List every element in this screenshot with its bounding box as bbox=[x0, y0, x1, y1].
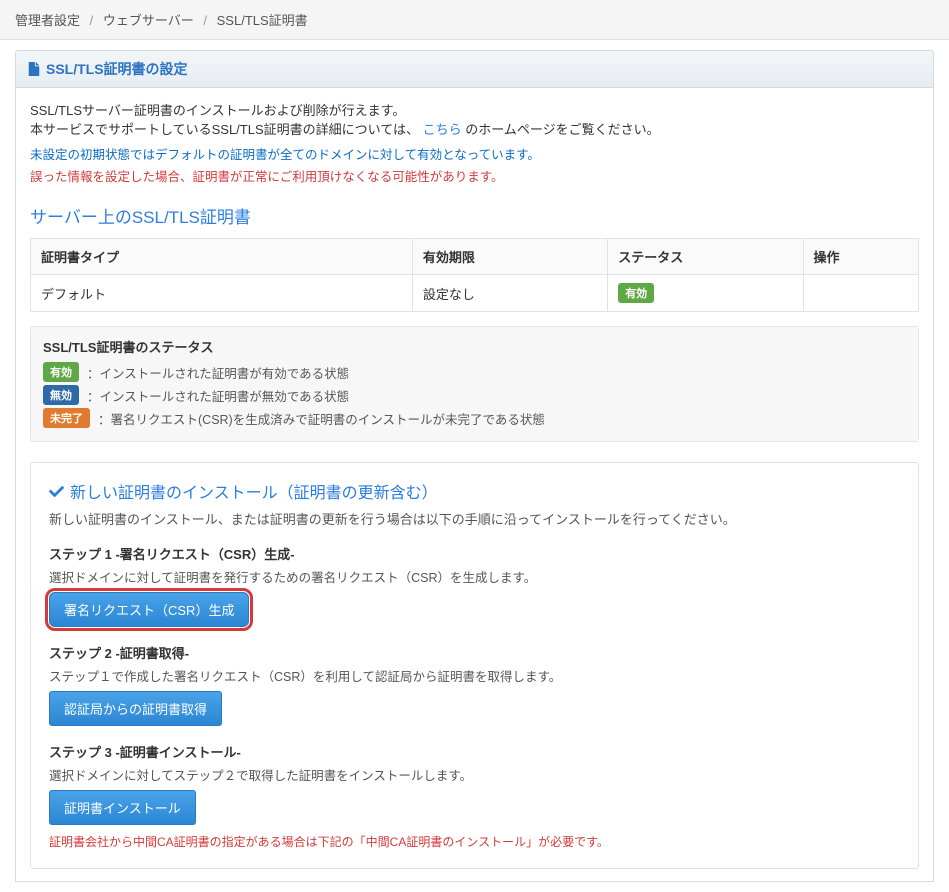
cell-status: 有効 bbox=[608, 275, 803, 312]
install-title-text: 新しい証明書のインストール（証明書の更新含む） bbox=[70, 479, 438, 503]
panel-body: SSL/TLSサーバー証明書のインストールおよび削除が行えます。 本サービスでサ… bbox=[15, 88, 934, 882]
status-badge: 有効 bbox=[618, 283, 654, 303]
badge-incomplete-text: ：署名リクエスト(CSR)を生成済みで証明書のインストールが未完了である状態 bbox=[98, 409, 545, 428]
panel-title: SSL/TLS証明書の設定 bbox=[15, 50, 934, 88]
cell-expiry: 設定なし bbox=[412, 275, 607, 312]
note-warning: 誤った情報を設定した場合、証明書が正常にご利用頂けなくなる可能性があります。 bbox=[30, 166, 919, 185]
badge-valid-text: ：インストールされた証明書が有効である状態 bbox=[87, 363, 349, 382]
step1-desc: 選択ドメインに対して証明書を発行するための署名リクエスト（CSR）を生成します。 bbox=[49, 567, 900, 586]
col-action: 操作 bbox=[803, 239, 918, 275]
cell-action bbox=[803, 275, 918, 312]
note-default-enabled: 未設定の初期状態ではデフォルトの証明書が全てのドメインに対して有効となっています… bbox=[30, 144, 919, 163]
step2-desc: ステップ１で作成した署名リクエスト（CSR）を利用して認証局から証明書を取得しま… bbox=[49, 666, 900, 685]
breadcrumb-item-admin[interactable]: 管理者設定 bbox=[15, 13, 80, 28]
step2-title: ステップ 2 -証明書取得- bbox=[49, 643, 900, 662]
step3-desc: 選択ドメインに対してステップ２で取得した証明書をインストールします。 bbox=[49, 765, 900, 784]
table-row: デフォルト 設定なし 有効 bbox=[31, 275, 919, 312]
breadcrumb-item-ssl[interactable]: SSL/TLS証明書 bbox=[217, 13, 308, 28]
step3-note: 証明書会社から中間CA証明書の指定がある場合は下記の「中間CA証明書のインストー… bbox=[49, 833, 900, 850]
breadcrumb-item-webserver[interactable]: ウェブサーバー bbox=[103, 13, 194, 28]
badge-invalid-text: ：インストールされた証明書が無効である状態 bbox=[87, 386, 349, 405]
breadcrumb-sep: / bbox=[203, 13, 207, 28]
col-expiry: 有効期限 bbox=[412, 239, 607, 275]
status-legend: SSL/TLS証明書のステータス 有効 ：インストールされた証明書が有効である状… bbox=[30, 326, 919, 442]
cell-type: デフォルト bbox=[31, 275, 413, 312]
server-certs-heading: サーバー上のSSL/TLS証明書 bbox=[30, 203, 919, 228]
install-panel: 新しい証明書のインストール（証明書の更新含む） 新しい証明書のインストール、また… bbox=[30, 462, 919, 869]
status-legend-row: 無効 ：インストールされた証明書が無効である状態 bbox=[43, 385, 906, 405]
col-type: 証明書タイプ bbox=[31, 239, 413, 275]
col-status: ステータス bbox=[608, 239, 803, 275]
install-desc: 新しい証明書のインストール、または証明書の更新を行う場合は以下の手順に沿ってイン… bbox=[49, 509, 900, 528]
check-icon bbox=[49, 484, 64, 499]
panel-title-text: SSL/TLS証明書の設定 bbox=[46, 59, 188, 79]
breadcrumb-sep: / bbox=[90, 13, 94, 28]
breadcrumb: 管理者設定 / ウェブサーバー / SSL/TLS証明書 bbox=[0, 0, 949, 40]
badge-invalid: 無効 bbox=[43, 385, 79, 405]
file-icon bbox=[28, 62, 40, 76]
install-title: 新しい証明書のインストール（証明書の更新含む） bbox=[49, 479, 900, 503]
get-cert-from-ca-button[interactable]: 認証局からの証明書取得 bbox=[49, 691, 222, 726]
csr-generate-button[interactable]: 署名リクエスト（CSR）生成 bbox=[49, 592, 249, 627]
panel-desc-2-post: のホームページをご覧ください。 bbox=[465, 122, 659, 137]
install-cert-button[interactable]: 証明書インストール bbox=[49, 790, 196, 825]
status-legend-title: SSL/TLS証明書のステータス bbox=[43, 337, 906, 356]
details-link[interactable]: こちら bbox=[423, 122, 462, 137]
step1-title: ステップ 1 -署名リクエスト（CSR）生成- bbox=[49, 544, 900, 563]
badge-valid: 有効 bbox=[43, 362, 79, 382]
status-legend-row: 有効 ：インストールされた証明書が有効である状態 bbox=[43, 362, 906, 382]
panel-desc-1: SSL/TLSサーバー証明書のインストールおよび削除が行えます。 bbox=[30, 100, 919, 119]
status-legend-row: 未完了 ：署名リクエスト(CSR)を生成済みで証明書のインストールが未完了である… bbox=[43, 408, 906, 428]
badge-incomplete: 未完了 bbox=[43, 408, 90, 428]
panel-desc-2: 本サービスでサポートしているSSL/TLS証明書の詳細については、 こちら のホ… bbox=[30, 119, 919, 138]
cert-table: 証明書タイプ 有効期限 ステータス 操作 デフォルト 設定なし 有効 bbox=[30, 238, 919, 312]
panel-desc-2-pre: 本サービスでサポートしているSSL/TLS証明書の詳細については、 bbox=[30, 122, 419, 137]
step3-title: ステップ 3 -証明書インストール- bbox=[49, 742, 900, 761]
